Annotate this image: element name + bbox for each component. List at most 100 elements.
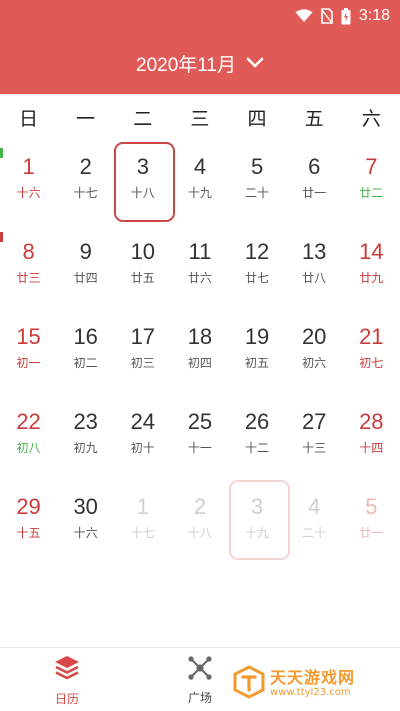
- day-cell[interactable]: 8 廿三: [0, 229, 57, 314]
- day-number: 9: [79, 239, 92, 264]
- weekday-label: 三: [190, 108, 210, 130]
- day-cell-today[interactable]: 3 十八: [114, 142, 176, 229]
- day-number: 17: [130, 324, 156, 349]
- weekday-label: 日: [19, 108, 39, 130]
- lunar-date: 廿四: [73, 271, 98, 285]
- weekday-label: 五: [304, 108, 324, 130]
- tab-calendar[interactable]: 日历: [22, 648, 112, 711]
- lunar-date: 廿八: [302, 271, 327, 285]
- day-cell[interactable]: 28 十四: [343, 399, 400, 484]
- day-cell[interactable]: 6 廿一: [286, 144, 343, 229]
- calendar-week-row: 15 初一 16 初二 17 初三 18 初四 19 初五 20 初六 21 初七: [0, 314, 400, 399]
- day-number: 1: [136, 494, 149, 519]
- day-number: 2: [193, 494, 207, 519]
- lunar-date: 廿二: [359, 186, 384, 200]
- day-cell[interactable]: 26 十二: [229, 399, 286, 484]
- marker-bar: [0, 148, 3, 158]
- day-cell[interactable]: 29 十五: [0, 484, 57, 569]
- day-number: 27: [301, 409, 327, 434]
- day-cell[interactable]: 18 初四: [171, 314, 228, 399]
- lunar-date: 十四: [359, 441, 384, 455]
- day-cell[interactable]: 16 初二: [57, 314, 114, 399]
- lunar-date: 十九: [187, 186, 212, 200]
- lunar-date: 十六: [16, 186, 41, 200]
- day-number: 12: [244, 239, 270, 264]
- day-cell[interactable]: 15 初一: [0, 314, 57, 399]
- lunar-date: 初十: [130, 441, 155, 455]
- day-number: 14: [359, 239, 384, 264]
- day-cell[interactable]: 14 廿九: [343, 229, 400, 314]
- lunar-date: 十八: [187, 526, 212, 540]
- lunar-date: 二十: [245, 186, 270, 200]
- lunar-date: 初一: [16, 356, 41, 370]
- chevron-down-icon[interactable]: [246, 54, 264, 73]
- day-cell[interactable]: 1 十七: [114, 484, 171, 569]
- lunar-date: 初二: [73, 356, 98, 370]
- lunar-date: 廿九: [359, 271, 384, 285]
- lunar-date: 初四: [187, 356, 212, 370]
- day-cell[interactable]: 12 廿七: [229, 229, 286, 314]
- day-cell[interactable]: 24 初十: [114, 399, 171, 484]
- day-number: 5: [365, 494, 378, 519]
- lunar-date: 初七: [359, 356, 384, 370]
- calendar-grid: 1 十六 2 十七 3 十八 4 十九 5 二十 6 廿一 7 廿二 8 廿三 9 廿四 10 廿五 11 廿六 12 廿七 1…: [0, 142, 400, 569]
- day-number: 21: [359, 324, 384, 349]
- watermark-text: 天天游戏网: [270, 668, 356, 687]
- lunar-date: 廿一: [302, 186, 327, 200]
- day-number: 29: [16, 494, 41, 519]
- day-number: 30: [73, 494, 98, 519]
- day-number: 15: [16, 324, 41, 349]
- day-cell[interactable]: 17 初三: [114, 314, 171, 399]
- clock-time: 3:18: [358, 7, 390, 24]
- day-cell[interactable]: 2 十七: [57, 144, 114, 229]
- day-number: 19: [244, 324, 270, 349]
- lunar-date: 十五: [16, 526, 41, 540]
- lunar-date: 初八: [16, 441, 41, 455]
- tab-label: 广场: [187, 691, 212, 705]
- lunar-date: 初五: [245, 356, 270, 370]
- day-cell[interactable]: 27 十三: [286, 399, 343, 484]
- day-number: 4: [193, 154, 207, 179]
- day-cell[interactable]: 4 二十: [286, 484, 343, 569]
- calendar-week-row: 29 十五 30 十六 1 十七 2 十八 3 十九 4 二十 5 廿一: [0, 480, 400, 569]
- day-number: 1: [22, 154, 35, 179]
- day-cell[interactable]: 2 十八: [171, 484, 228, 569]
- day-cell[interactable]: 11 廿六: [171, 229, 228, 314]
- day-cell[interactable]: 5 廿一: [343, 484, 400, 569]
- tab-label: 日历: [54, 692, 79, 706]
- day-cell[interactable]: 19 初五: [229, 314, 286, 399]
- watermark-logo: 天天游戏网 www.ttyl23.com: [232, 664, 372, 704]
- day-cell[interactable]: 9 廿四: [57, 229, 114, 314]
- weekday-header: 日 一 二 三 四 五 六: [0, 94, 400, 144]
- day-cell[interactable]: 1 十六: [0, 144, 57, 229]
- calendar-week-row: 8 廿三 9 廿四 10 廿五 11 廿六 12 廿七 13 廿八 14 廿九: [0, 229, 400, 314]
- day-cell[interactable]: 30 十六: [57, 484, 114, 569]
- lunar-date: 廿一: [359, 526, 384, 540]
- day-cell[interactable]: 20 初六: [286, 314, 343, 399]
- lunar-date: 十九: [245, 526, 270, 540]
- day-number: 10: [130, 239, 156, 264]
- lunar-date: 廿七: [245, 271, 270, 285]
- month-selector[interactable]: 2020年11月: [0, 32, 400, 94]
- day-cell-selected[interactable]: 3 十九: [228, 480, 290, 569]
- day-cell[interactable]: 7 廿二: [343, 144, 400, 229]
- day-number: 20: [301, 324, 327, 349]
- day-cell[interactable]: 25 十一: [171, 399, 228, 484]
- day-number: 18: [187, 324, 213, 349]
- day-cell[interactable]: 10 廿五: [114, 229, 171, 314]
- weekday-label: 六: [361, 108, 381, 130]
- day-cell[interactable]: 5 二十: [229, 144, 286, 229]
- month-title[interactable]: 2020年11月: [136, 50, 236, 77]
- lunar-date: 十二: [245, 441, 270, 455]
- lunar-date: 十七: [73, 186, 98, 200]
- marker-bar: [0, 232, 3, 242]
- day-cell[interactable]: 4 十九: [171, 144, 228, 229]
- lunar-date: 初六: [302, 356, 327, 370]
- day-cell[interactable]: 21 初七: [343, 314, 400, 399]
- day-cell[interactable]: 23 初九: [57, 399, 114, 484]
- day-cell[interactable]: 13 廿八: [286, 229, 343, 314]
- lunar-date: 廿五: [130, 271, 155, 285]
- day-cell[interactable]: 22 初八: [0, 399, 57, 484]
- site-logo-icon: [232, 665, 266, 703]
- day-number: 8: [22, 239, 35, 264]
